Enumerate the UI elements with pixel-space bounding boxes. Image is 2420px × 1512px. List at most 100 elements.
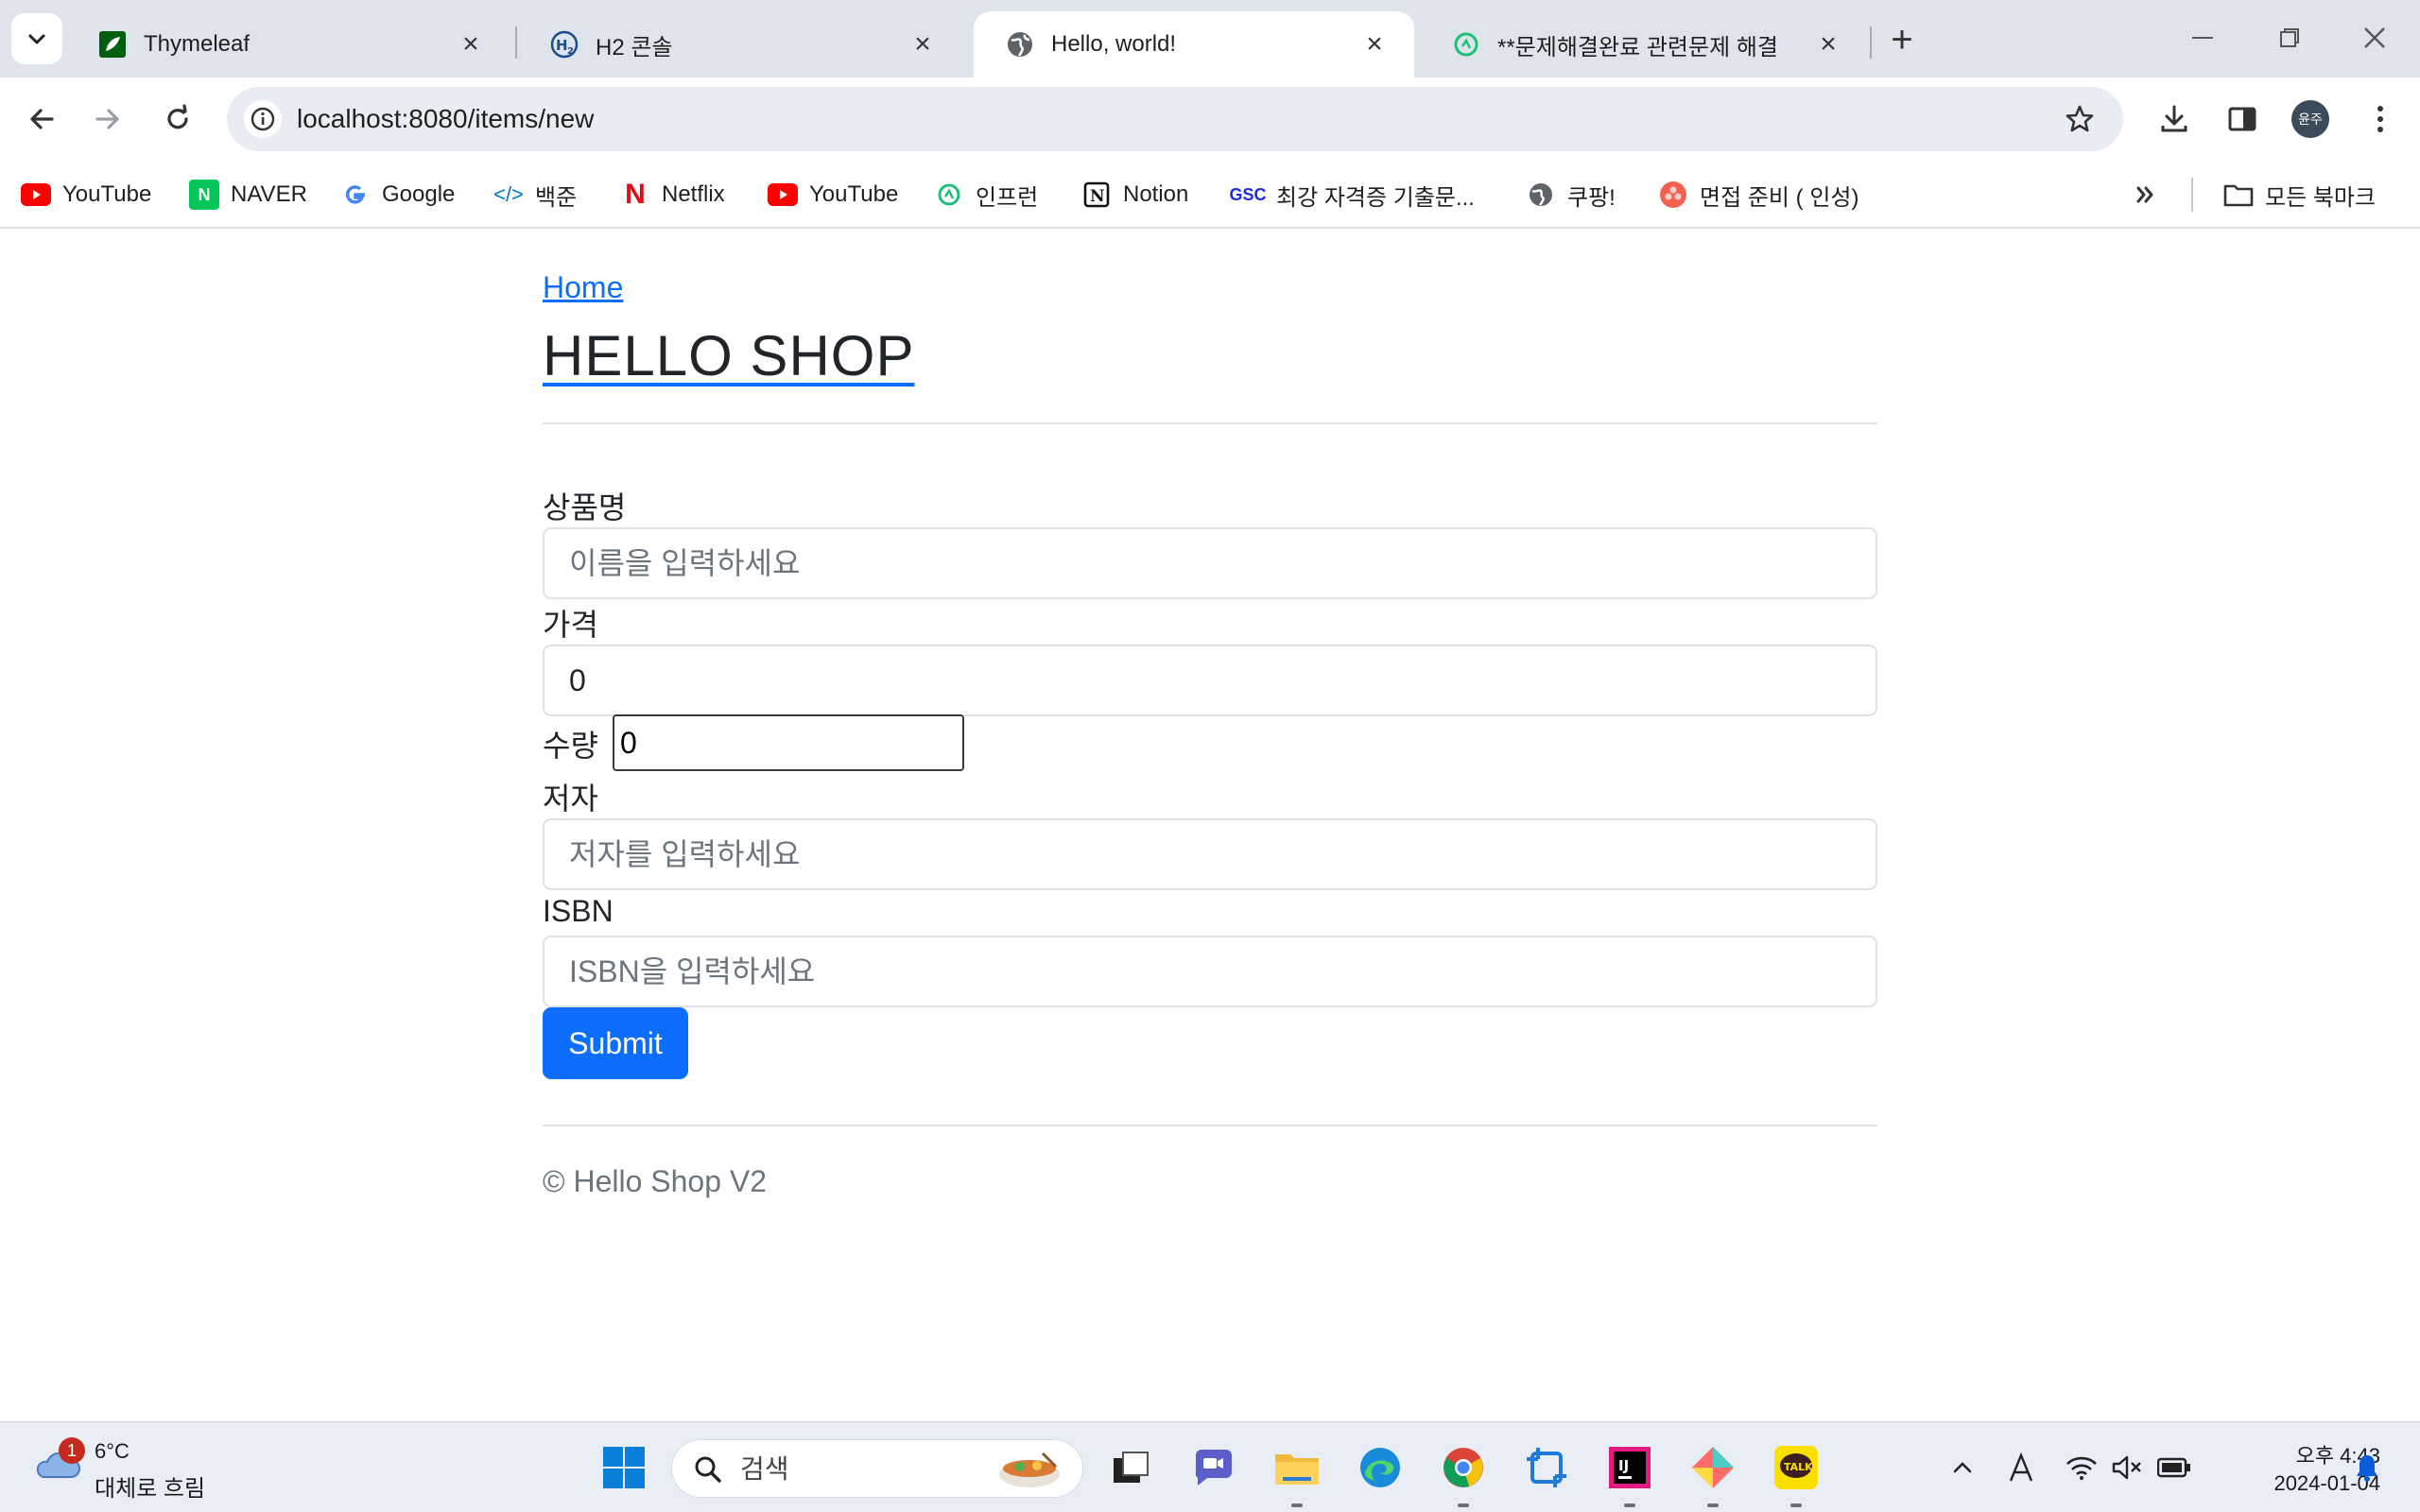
snipping-tool-icon[interactable]: [1518, 1439, 1575, 1496]
tab-divider: [1870, 26, 1872, 59]
bookmark-label: 쿠팡!: [1567, 184, 1616, 211]
inflearn-icon: [934, 180, 964, 210]
running-indicator: [1291, 1503, 1303, 1507]
google-icon: [340, 180, 371, 210]
tab-title: **문제해결완료 관련문제 해결: [1497, 34, 1778, 60]
bookmark-youtube-2[interactable]: YouTube: [768, 161, 898, 229]
intellij-idea-icon[interactable]: IJ: [1601, 1439, 1658, 1496]
side-panel-icon[interactable]: [2220, 96, 2265, 142]
url-text[interactable]: localhost:8080/items/new: [297, 87, 594, 151]
svg-text:IJ: IJ: [1618, 1457, 1629, 1474]
running-indicator: [1707, 1503, 1719, 1507]
isbn-input[interactable]: ISBN을 입력하세요: [543, 936, 1877, 1007]
author-input[interactable]: 저자를 입력하세요: [543, 818, 1877, 890]
folder-icon: [2223, 180, 2254, 210]
bookmark-naver[interactable]: N NAVER: [189, 161, 307, 229]
kakaotalk-icon[interactable]: TALK: [1768, 1439, 1824, 1496]
bookmark-gsc[interactable]: GSC 최강 자격증 기출문...: [1230, 161, 1475, 229]
weather-temperature[interactable]: 6°C: [95, 1439, 130, 1464]
taskbar-search-box[interactable]: 검색: [671, 1439, 1083, 1498]
bookmark-star-icon[interactable]: [2061, 100, 2099, 138]
edge-browser-icon[interactable]: [1352, 1439, 1409, 1496]
running-indicator: [1624, 1503, 1635, 1507]
isbn-label: ISBN: [543, 894, 614, 928]
minimize-window-icon[interactable]: [2172, 13, 2233, 62]
notification-bell-icon[interactable]: [2346, 1447, 2388, 1488]
tab-hello-world[interactable]: Hello, world! ×: [974, 11, 1414, 77]
header-divider: [543, 422, 1877, 424]
chevron-down-icon: [28, 34, 45, 44]
more-bookmarks-chevron-icon[interactable]: [2133, 161, 2159, 229]
flower-icon: [1658, 180, 1688, 210]
windows-start-icon[interactable]: [596, 1439, 652, 1496]
tab-search-button[interactable]: [11, 13, 62, 64]
bookmark-label: 인프런: [976, 184, 1039, 211]
download-icon[interactable]: [2152, 96, 2197, 142]
teams-chat-icon[interactable]: [1185, 1439, 1242, 1496]
bookmark-youtube[interactable]: YouTube: [21, 161, 151, 229]
task-view-icon[interactable]: [1102, 1439, 1159, 1496]
site-info-icon[interactable]: [244, 100, 282, 138]
running-indicator: [1458, 1503, 1469, 1507]
home-link[interactable]: Home: [543, 270, 623, 305]
quantity-input[interactable]: 0: [613, 714, 964, 771]
bookmark-interview-prep[interactable]: 면접 준비 ( 인성): [1658, 161, 1858, 229]
weather-description[interactable]: 대체로 흐림: [95, 1469, 205, 1503]
svg-text:H: H: [556, 37, 568, 54]
tab-divider: [515, 26, 517, 59]
file-explorer-icon[interactable]: [1269, 1439, 1325, 1496]
new-tab-plus-icon[interactable]: +: [1881, 19, 1923, 60]
forward-arrow-icon[interactable]: [85, 96, 130, 142]
tab-title: Hello, world!: [1051, 31, 1177, 57]
search-icon: [695, 1456, 721, 1483]
more-menu-icon[interactable]: [2358, 96, 2403, 142]
back-arrow-icon[interactable]: [19, 96, 64, 142]
globe-icon: [1526, 180, 1556, 210]
dev-tool-app-icon[interactable]: [1685, 1439, 1741, 1496]
inflearn-icon: [1452, 30, 1480, 59]
bookmark-baekjoon[interactable]: </> 백준: [493, 161, 577, 229]
chrome-browser-icon[interactable]: [1435, 1439, 1492, 1496]
windows-taskbar: 1 6°C 대체로 흐림 검색 IJ TALK 오후 4:43 2024-01-…: [0, 1421, 2420, 1512]
h2-logo-icon: H2: [550, 30, 579, 59]
address-bar[interactable]: localhost:8080/items/new: [227, 87, 2123, 151]
tab-thymeleaf[interactable]: Thymeleaf ×: [66, 11, 510, 77]
bookmark-notion[interactable]: N Notion: [1081, 161, 1188, 229]
weather-alert-badge: 1: [59, 1437, 85, 1464]
name-input[interactable]: 이름을 입력하세요: [543, 527, 1877, 599]
bookmark-coupang[interactable]: 쿠팡!: [1526, 161, 1616, 229]
close-tab-icon[interactable]: ×: [1809, 26, 1847, 63]
quantity-label: 수량: [543, 729, 598, 763]
close-tab-icon[interactable]: ×: [904, 26, 942, 63]
tab-h2-console[interactable]: H2 H2 콘솔 ×: [518, 11, 962, 77]
netflix-icon: N: [625, 179, 646, 210]
bookmark-label: NAVER: [231, 181, 307, 207]
restore-window-icon[interactable]: [2259, 13, 2320, 62]
name-label: 상품명: [543, 490, 627, 524]
shop-title-link[interactable]: HELLO SHOP: [543, 323, 914, 388]
bookmark-inflearn[interactable]: 인프런: [934, 161, 1038, 229]
close-window-icon[interactable]: [2344, 13, 2405, 62]
notion-icon: N: [1081, 180, 1112, 210]
bookmark-label: YouTube: [809, 181, 899, 207]
footer-divider: [543, 1125, 1877, 1126]
price-input[interactable]: 0: [543, 644, 1877, 716]
tab-inflearn[interactable]: **문제해결완료 관련문제 해결 ×: [1420, 11, 1868, 77]
input-method-icon[interactable]: [2000, 1447, 2042, 1488]
speaker-muted-icon[interactable]: [2106, 1447, 2148, 1488]
profile-avatar[interactable]: 윤주: [2291, 100, 2329, 138]
bookmark-google[interactable]: Google: [340, 161, 455, 229]
reload-icon[interactable]: [155, 96, 200, 142]
price-label: 가격: [543, 608, 598, 642]
close-tab-icon[interactable]: ×: [452, 26, 490, 63]
submit-button[interactable]: Submit: [543, 1007, 688, 1079]
author-label: 저자: [543, 782, 598, 816]
battery-icon[interactable]: [2153, 1447, 2195, 1488]
all-bookmarks-folder[interactable]: 모든 북마크: [2223, 161, 2376, 229]
browser-toolbar: localhost:8080/items/new 윤주: [0, 77, 2420, 161]
wifi-icon[interactable]: [2061, 1447, 2102, 1488]
svg-text:TALK: TALK: [1784, 1461, 1813, 1473]
close-tab-icon[interactable]: ×: [1356, 26, 1393, 63]
bookmark-netflix[interactable]: N Netflix: [620, 161, 725, 229]
chevron-up-icon[interactable]: [1942, 1447, 1983, 1488]
